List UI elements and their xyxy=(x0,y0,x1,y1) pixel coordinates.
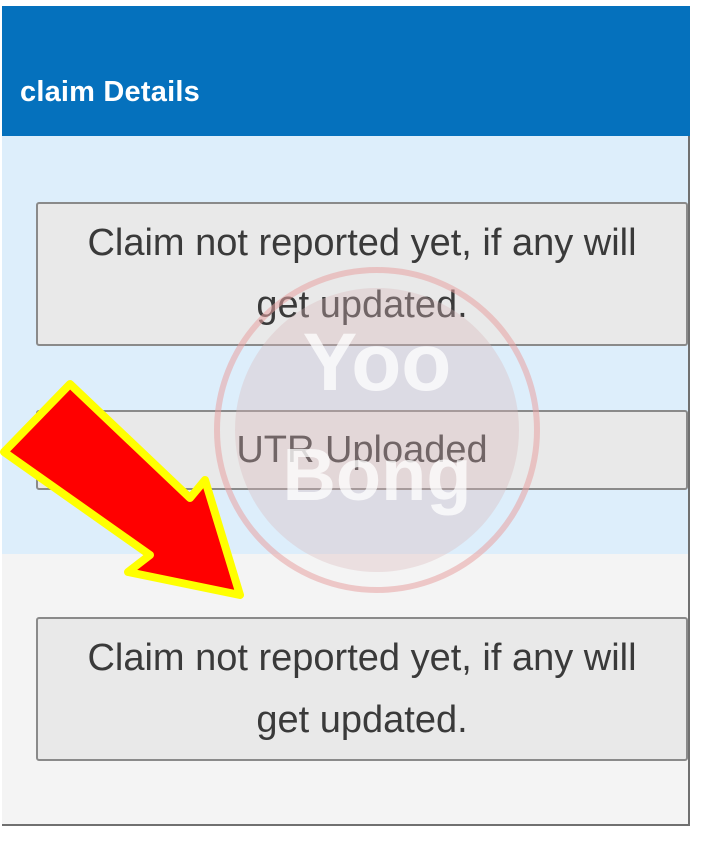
claim-status-box: Claim not reported yet, if any will get … xyxy=(36,617,688,761)
panel-title: claim Details xyxy=(20,76,200,108)
utr-status-box: UTR Uploaded xyxy=(36,410,688,490)
panel-header: claim Details xyxy=(2,6,690,136)
claim-status-box: Claim not reported yet, if any will get … xyxy=(36,202,688,346)
